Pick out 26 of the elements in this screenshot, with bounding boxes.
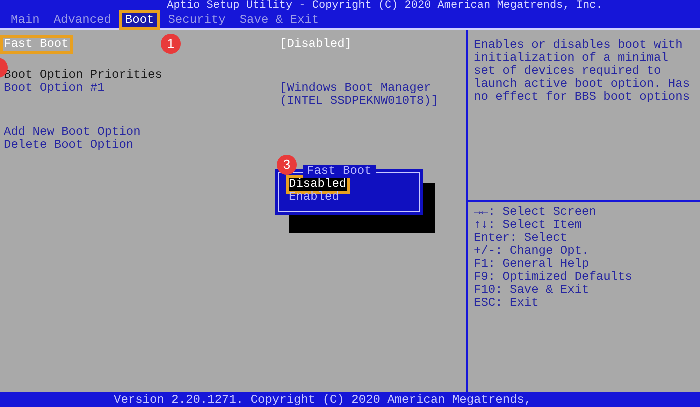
menu-tab[interactable]: Main [8, 13, 43, 27]
setting-label[interactable]: Delete Boot Option [3, 139, 135, 152]
key-hint: ↑↓: Select Item [474, 219, 584, 232]
step-marker: 1 [161, 34, 181, 54]
menu-tab[interactable]: Save & Exit [236, 13, 322, 27]
setting-label[interactable]: Add New Boot Option [3, 126, 142, 139]
key-hint: Enter: Select [474, 232, 569, 245]
popup-option[interactable]: Disabled [289, 178, 347, 191]
help-description: Enables or disables boot with initialization of a minimal set of devices required to launch active boot option. Has no effect for BBS boot options [468, 30, 700, 202]
window-title: Aptio Setup Utility - Copyright (C) 2020 American Megatrends, Inc. [166, 0, 604, 13]
setting-value: [Windows Boot Manager (INTEL SSDPEKNW010T8)] [280, 82, 440, 108]
setting-value: [Disabled] [280, 38, 354, 51]
popup-title: Fast Boot [303, 165, 376, 178]
popup-option[interactable]: Enabled [289, 191, 340, 204]
key-hint: F10: Save & Exit [474, 284, 590, 297]
setting-label[interactable]: Boot Option #1 [3, 82, 106, 108]
step-marker: 3 [277, 155, 297, 175]
key-hint: ESC: Exit [474, 297, 540, 310]
key-hint: +/-: Change Opt. [474, 245, 590, 258]
key-hint: →←: Select Screen [474, 206, 598, 219]
key-hint: F1: General Help [474, 258, 590, 271]
version-footer: Version 2.20.1271. Copyright (C) 2020 American Megatrends, [0, 394, 700, 407]
menu-tab[interactable]: Boot [122, 13, 158, 27]
key-hint: F9: Optimized Defaults [474, 271, 634, 284]
menu-tab[interactable]: Security [165, 13, 229, 27]
menu-tab[interactable]: Advanced [50, 13, 114, 27]
